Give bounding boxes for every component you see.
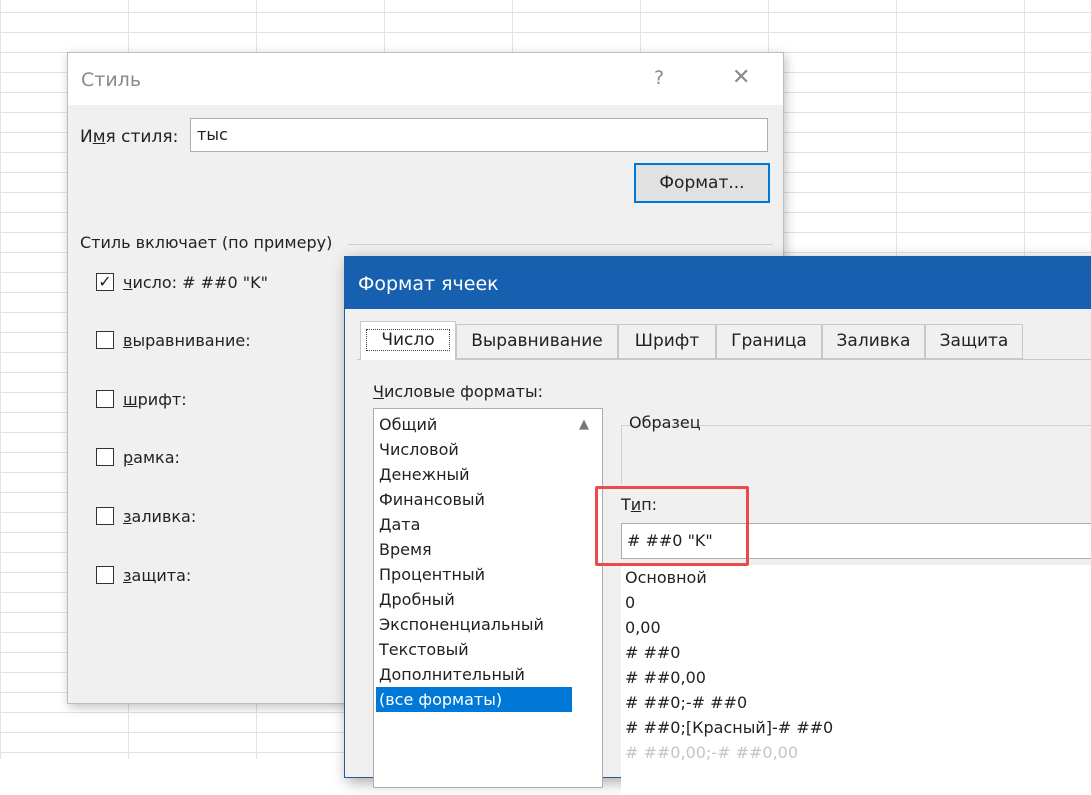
list-item[interactable]: Дополнительный — [379, 662, 525, 687]
list-item[interactable]: Дробный — [379, 587, 455, 612]
checkbox-number[interactable]: ✓ число: # ##0 "K" — [96, 271, 268, 293]
tab-alignment[interactable]: Выравнивание — [456, 324, 618, 359]
tab-border[interactable]: Граница — [716, 324, 822, 359]
sample-label: Образец — [629, 413, 701, 432]
checkbox-empty-icon[interactable] — [96, 390, 114, 408]
list-item[interactable]: Текстовый — [379, 637, 469, 662]
list-item[interactable]: Процентный — [379, 562, 485, 587]
style-includes-header: Стиль включает (по примеру) — [80, 233, 333, 252]
checkbox-fill[interactable]: заливка: — [96, 505, 196, 527]
checkbox-empty-icon[interactable] — [96, 331, 114, 349]
checkbox-empty-icon[interactable] — [96, 507, 114, 525]
format-cells-titlebar: Формат ячеек — [345, 257, 1091, 309]
checkbox-checked-icon[interactable]: ✓ — [96, 273, 114, 291]
checkbox-label: рамка: — [123, 447, 180, 467]
list-item[interactable]: # ##0 — [625, 640, 680, 665]
list-item[interactable]: # ##0;-# ##0 — [625, 690, 747, 715]
tab-protection[interactable]: Защита — [925, 324, 1023, 359]
checkbox-label: защита: — [123, 565, 192, 585]
list-item[interactable]: Финансовый — [379, 487, 485, 512]
list-item-selected[interactable]: (все форматы) — [376, 687, 572, 712]
style-name-input[interactable]: тыс — [190, 118, 768, 152]
number-formats-list[interactable]: Общий Числовой Денежный Финансовый Дата … — [373, 408, 603, 788]
group-divider — [348, 244, 773, 245]
list-item[interactable]: Общий — [379, 412, 437, 437]
highlight-annotation — [595, 486, 749, 566]
type-format-list[interactable]: Основной 0 0,00 # ##0 # ##0,00 # ##0;-# … — [621, 565, 1091, 795]
list-item[interactable]: Экспоненциальный — [379, 612, 544, 637]
list-item[interactable]: # ##0;[Красный]-# ##0 — [625, 715, 833, 740]
list-item[interactable]: 0 — [625, 590, 635, 615]
tab-font[interactable]: Шрифт — [618, 324, 716, 359]
list-item[interactable]: Время — [379, 537, 432, 562]
list-item[interactable]: 0,00 — [625, 615, 661, 640]
format-button[interactable]: Формат... — [634, 163, 770, 203]
checkbox-protection[interactable]: защита: — [96, 564, 191, 586]
list-item[interactable]: Денежный — [379, 462, 470, 487]
style-dialog-titlebar: Стиль ? ✕ — [68, 53, 783, 105]
tab-strip-line — [357, 359, 1091, 360]
checkbox-label: число: # ##0 "K" — [123, 272, 268, 292]
style-dialog-title: Стиль — [81, 69, 142, 91]
close-icon[interactable]: ✕ — [732, 65, 750, 90]
format-cells-title: Формат ячеек — [358, 273, 499, 295]
sample-group — [621, 425, 1091, 484]
list-item[interactable]: Основной — [625, 565, 707, 590]
scroll-up-icon[interactable]: ▲ — [579, 417, 589, 432]
checkbox-label: выравнивание: — [123, 330, 251, 350]
checkbox-label: заливка: — [123, 506, 197, 526]
list-item[interactable]: # ##0,00;-# ##0,00 — [625, 740, 798, 765]
checkbox-border[interactable]: рамка: — [96, 446, 180, 468]
checkbox-alignment[interactable]: выравнивание: — [96, 329, 251, 351]
checkbox-label: шрифт: — [123, 389, 187, 409]
list-item[interactable]: Числовой — [379, 437, 459, 462]
tab-number[interactable]: Число — [360, 321, 456, 360]
checkbox-empty-icon[interactable] — [96, 566, 114, 584]
style-name-label: Имя стиля: — [80, 127, 179, 147]
list-item[interactable]: Дата — [379, 512, 420, 537]
checkbox-empty-icon[interactable] — [96, 448, 114, 466]
checkbox-font[interactable]: шрифт: — [96, 388, 187, 410]
number-formats-label: Числовые форматы: — [373, 382, 544, 401]
tab-fill[interactable]: Заливка — [822, 324, 925, 359]
list-item[interactable]: # ##0,00 — [625, 665, 706, 690]
help-icon[interactable]: ? — [654, 67, 664, 89]
